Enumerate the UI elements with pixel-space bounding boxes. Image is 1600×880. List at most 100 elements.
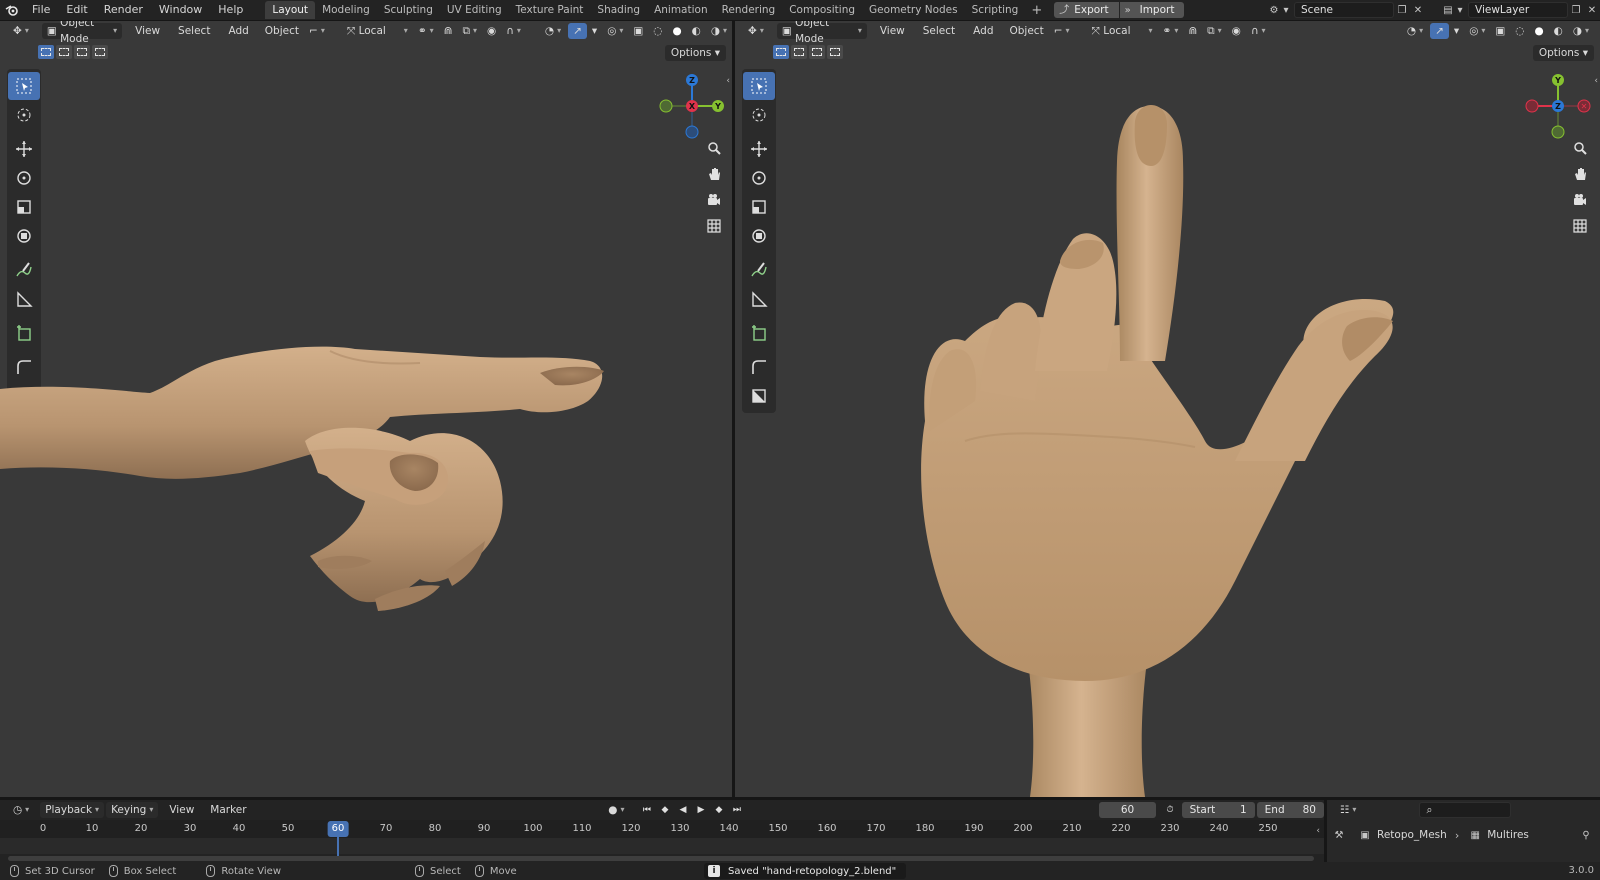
tab-compositing[interactable]: Compositing	[782, 1, 862, 19]
scene-field[interactable]: Scene	[1294, 2, 1394, 18]
menu-render[interactable]: Render	[96, 0, 151, 20]
end-frame-field[interactable]: End 80	[1256, 802, 1324, 818]
report-message[interactable]: i Saved "hand-retopology_2.blend"	[704, 863, 907, 879]
frame-tick-label: 250	[1258, 823, 1278, 834]
collapse-sidebar-icon[interactable]: ‹	[1316, 826, 1320, 836]
playback-label: Playback	[45, 804, 93, 816]
search-input[interactable]: ⌕	[1419, 802, 1512, 818]
frame-tick-label: 0	[39, 823, 47, 834]
frame-tick-label: 210	[1062, 823, 1082, 834]
modifier-name: Multires	[1487, 829, 1529, 841]
tab-geometry-nodes[interactable]: Geometry Nodes	[862, 1, 965, 19]
timeline-header: ◷ ▾ Playback ▾ Keying ▾ View Marker ● ▾ ⏮ ◆ …	[0, 800, 1324, 820]
play-icon[interactable]: ▶	[693, 802, 709, 818]
menu-window[interactable]: Window	[151, 0, 210, 20]
record-icon[interactable]: ● ▾	[603, 802, 629, 818]
context-breadcrumb: ⚒ ▣ Retopo_Mesh › ▦ Multires ⚲	[1327, 824, 1600, 846]
menu-edit[interactable]: Edit	[58, 0, 95, 20]
play-reverse-icon[interactable]: ◀	[675, 802, 691, 818]
playback-dropdown[interactable]: Playback ▾	[40, 802, 105, 818]
hint-rotate-view: Rotate View	[206, 865, 281, 877]
timeline-scrollbar[interactable]	[8, 856, 1314, 861]
frame-tick-label: 100	[523, 823, 543, 834]
start-label: Start	[1189, 804, 1216, 816]
add-workspace-button[interactable]: +	[1025, 3, 1048, 18]
import-button[interactable]: » Import	[1119, 2, 1185, 18]
blender-logo-icon[interactable]	[0, 0, 24, 20]
prev-keyframe-icon[interactable]: ◆	[657, 802, 673, 818]
viewport-right[interactable]: ✥ ▾ ▣ Object Mode ▾ View Select Add Object…	[735, 21, 1600, 797]
tab-layout[interactable]: Layout	[265, 1, 316, 19]
tab-rendering[interactable]: Rendering	[715, 1, 783, 19]
start-frame-field[interactable]: Start 1	[1181, 802, 1255, 818]
hint-move: Move	[474, 865, 517, 877]
tab-sculpting[interactable]: Sculpting	[377, 1, 440, 19]
next-keyframe-icon[interactable]: ◆	[711, 802, 727, 818]
frame-tick-label: 180	[915, 823, 935, 834]
copy-icon[interactable]: ❐	[1568, 2, 1584, 18]
frame-tick-label: 160	[817, 823, 837, 834]
keyframe-track[interactable]	[0, 838, 1324, 854]
hand-model-front-view[interactable]	[735, 21, 1600, 797]
pin-icon[interactable]: ⚲	[1578, 827, 1594, 843]
playhead-frame-indicator[interactable]: 60	[327, 821, 349, 837]
object-name: Retopo_Mesh	[1377, 829, 1447, 841]
timeline-editor: ◷ ▾ Playback ▾ Keying ▾ View Marker ● ▾ ⏮ ◆ …	[0, 800, 1324, 862]
hint-label: Set 3D Cursor	[25, 865, 95, 877]
frame-tick-label: 20	[134, 823, 148, 834]
chevron-down-icon[interactable]: ▾	[1282, 2, 1290, 18]
tab-modeling[interactable]: Modeling	[315, 1, 377, 19]
keying-dropdown[interactable]: Keying ▾	[106, 802, 159, 818]
info-icon: i	[708, 865, 720, 877]
jump-end-icon[interactable]: ⏭	[729, 802, 745, 818]
hint-label: Select	[430, 865, 461, 877]
menu-view[interactable]: View	[164, 802, 199, 818]
frame-ruler[interactable]: 0 10 20 30 40 50 70 80 90 100 110 120 130 140 150 160 17…	[0, 820, 1324, 838]
frame-tick-label: 40	[232, 823, 246, 834]
frame-tick-label: 170	[866, 823, 886, 834]
editor-type-button[interactable]: ◷ ▾	[8, 802, 34, 818]
tab-scripting[interactable]: Scripting	[965, 1, 1026, 19]
chevron-down-icon[interactable]: ▾	[1456, 2, 1464, 18]
playback-controls: ⏮ ◆ ◀ ▶ ◆ ⏭	[639, 802, 745, 818]
hint-label: Move	[489, 865, 517, 877]
close-icon[interactable]: ✕	[1584, 2, 1600, 18]
hint-set-cursor: Set 3D Cursor	[10, 865, 95, 877]
frame-tick-label: 220	[1111, 823, 1131, 834]
jump-start-icon[interactable]: ⏮	[639, 802, 655, 818]
close-icon[interactable]: ✕	[1410, 2, 1426, 18]
menu-marker[interactable]: Marker	[205, 802, 251, 818]
mouse-left-icon	[10, 865, 19, 877]
viewport-left[interactable]: ✥ ▾ ▣ Object Mode ▾ View Select Add Object…	[0, 21, 732, 797]
editor-type-button[interactable]: ☷ ▾	[1335, 802, 1361, 818]
hint-label: Rotate View	[221, 865, 281, 877]
tab-texture-paint[interactable]: Texture Paint	[509, 1, 591, 19]
scene-icon[interactable]: ⚙	[1266, 2, 1282, 18]
copy-icon[interactable]: ❐	[1394, 2, 1410, 18]
current-frame-value: 60	[1120, 804, 1135, 816]
view-layer-icon[interactable]: ▤	[1440, 2, 1456, 18]
menu-file[interactable]: File	[24, 0, 58, 20]
chevron-right-icon: ›	[1454, 828, 1460, 842]
current-frame-field[interactable]: 60	[1098, 802, 1157, 818]
modifier-grid-icon: ▦	[1470, 829, 1480, 841]
tab-animation[interactable]: Animation	[647, 1, 715, 19]
frame-tick-label: 130	[670, 823, 690, 834]
menu-help[interactable]: Help	[210, 0, 251, 20]
tab-shading[interactable]: Shading	[590, 1, 647, 19]
stopwatch-icon[interactable]: ⏱	[1162, 802, 1177, 818]
wrench-icon[interactable]: ⚒	[1331, 827, 1347, 843]
tab-uv-editing[interactable]: UV Editing	[440, 1, 509, 19]
view-layer-field[interactable]: ViewLayer	[1468, 2, 1568, 18]
end-value: 80	[1302, 804, 1316, 816]
frame-tick-label: 140	[719, 823, 739, 834]
properties-panel: ☷ ▾ ⌕ ⚒ ▣ Retopo_Mesh › ▦ Multires ⚲	[1327, 800, 1600, 862]
frame-tick-label: 230	[1160, 823, 1180, 834]
mouse-left-icon	[415, 865, 424, 877]
import-label: Import	[1139, 4, 1175, 16]
export-button[interactable]: ⤴ Export	[1054, 2, 1119, 18]
export-label: Export	[1074, 4, 1109, 16]
hint-box-select: Box Select	[108, 865, 176, 877]
frame-tick-label: 30	[183, 823, 197, 834]
hand-model-side-view[interactable]	[0, 21, 732, 797]
